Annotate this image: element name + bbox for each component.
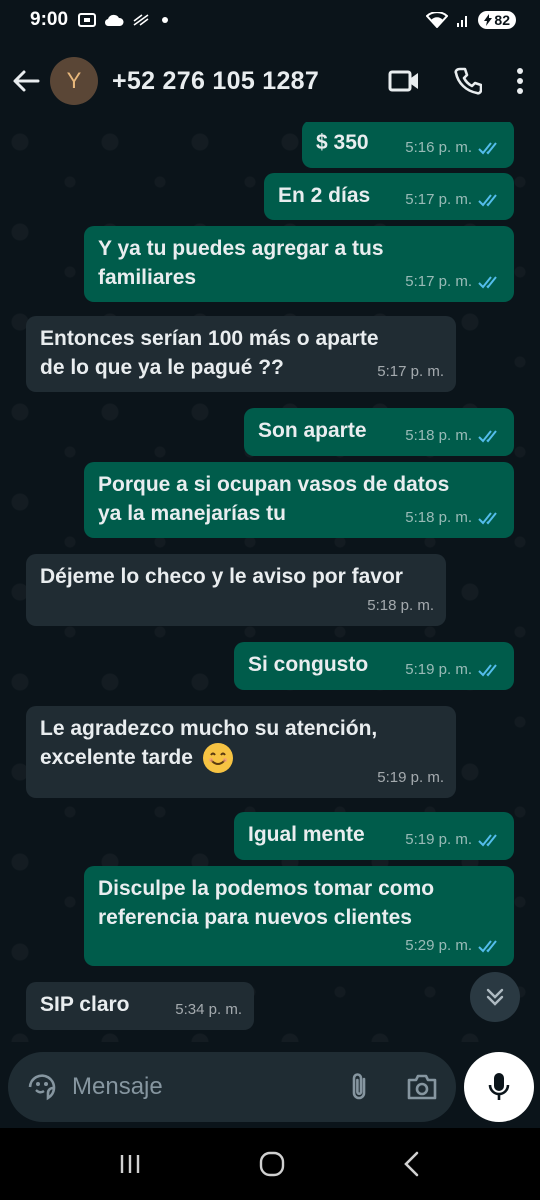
mic-icon bbox=[488, 1073, 510, 1100]
smiling-face-emoji bbox=[202, 743, 233, 774]
status-bar: 9:00 82 bbox=[0, 0, 540, 40]
read-ticks-icon bbox=[478, 193, 497, 206]
message-incoming[interactable]: Déjeme lo checo y le aviso por favor 5:1… bbox=[26, 554, 446, 626]
avatar[interactable]: Y bbox=[50, 57, 98, 105]
recent-apps-icon bbox=[120, 1155, 140, 1173]
message-text: Entonces serían 100 más o aparte de lo q… bbox=[40, 327, 379, 379]
sticker-button[interactable] bbox=[26, 1071, 58, 1103]
contact-name[interactable]: +52 276 105 1287 bbox=[112, 67, 319, 96]
message-text: Son aparte bbox=[258, 419, 367, 442]
recent-apps-button[interactable] bbox=[118, 1152, 142, 1176]
home-button[interactable] bbox=[258, 1150, 286, 1178]
message-input[interactable]: Mensaje bbox=[72, 1073, 348, 1101]
message-outgoing[interactable]: Si congusto 5:19 p. m. bbox=[234, 642, 514, 690]
message-outgoing[interactable]: Y ya tu puedes agregar a tus familiares … bbox=[84, 226, 514, 302]
avatar-letter: Y bbox=[66, 68, 82, 93]
read-ticks-icon bbox=[478, 275, 497, 288]
wifi-icon bbox=[426, 12, 449, 28]
read-ticks-icon bbox=[478, 833, 497, 846]
charging-icon bbox=[484, 14, 493, 26]
home-icon bbox=[259, 1151, 285, 1177]
message-time: 5:29 p. m. bbox=[405, 937, 472, 954]
chat-header: Y +52 276 105 1287 bbox=[0, 40, 540, 122]
read-ticks-icon bbox=[478, 429, 497, 442]
message-text: SIP claro bbox=[40, 993, 130, 1016]
read-ticks-icon bbox=[478, 939, 497, 952]
camera-icon bbox=[407, 1074, 437, 1100]
more-options-button[interactable] bbox=[516, 67, 524, 95]
back-button[interactable] bbox=[12, 67, 40, 95]
video-call-icon bbox=[388, 70, 418, 92]
message-incoming[interactable]: Le agradezco mucho su atención, excelent… bbox=[26, 706, 456, 798]
message-outgoing[interactable]: Igual mente 5:19 p. m. bbox=[234, 812, 514, 860]
battery-indicator: 82 bbox=[478, 11, 516, 29]
message-text: Porque a si ocupan vasos de datos ya la … bbox=[98, 473, 450, 525]
voice-call-button[interactable] bbox=[454, 67, 482, 95]
message-time: 5:19 p. m. bbox=[377, 769, 444, 786]
message-time: 5:17 p. m. bbox=[405, 273, 472, 290]
smiling-face-icon bbox=[203, 744, 232, 773]
sticker-icon bbox=[28, 1074, 56, 1101]
back-arrow-icon bbox=[13, 70, 40, 92]
message-text: Déjeme lo checo y le aviso por favor bbox=[40, 565, 403, 588]
message-time: 5:19 p. m. bbox=[405, 661, 472, 678]
signal-off-icon bbox=[133, 14, 149, 26]
cell-signal-icon bbox=[457, 16, 468, 27]
status-time: 9:00 bbox=[30, 9, 69, 30]
read-ticks-icon bbox=[478, 141, 497, 154]
double-chevron-down-icon bbox=[486, 988, 504, 1006]
back-nav-button[interactable] bbox=[402, 1150, 422, 1178]
screenshot-icon bbox=[78, 13, 97, 27]
message-time: 5:18 p. m. bbox=[367, 597, 434, 614]
message-outgoing[interactable]: Son aparte 5:18 p. m. bbox=[244, 408, 514, 456]
message-text: Igual mente bbox=[248, 823, 365, 846]
message-outgoing[interactable]: Disculpe la podemos tomar como referenci… bbox=[84, 866, 514, 966]
voice-message-button[interactable] bbox=[464, 1052, 534, 1122]
video-call-button[interactable] bbox=[388, 70, 420, 92]
attach-icon bbox=[352, 1073, 366, 1100]
cloud-icon bbox=[104, 14, 124, 27]
message-time: 5:18 p. m. bbox=[405, 509, 472, 526]
read-ticks-icon bbox=[478, 511, 497, 524]
message-outgoing[interactable]: $ 350 5:16 p. m. bbox=[302, 122, 514, 168]
battery-level: 82 bbox=[494, 12, 510, 28]
back-chevron-icon bbox=[404, 1151, 419, 1177]
message-time: 5:19 p. m. bbox=[405, 831, 472, 848]
message-text: Y ya tu puedes agregar a tus familiares bbox=[98, 237, 384, 289]
chat-messages[interactable]: $ 350 5:16 p. m. En 2 días 5:17 p. m. Y … bbox=[0, 122, 540, 1042]
scroll-to-bottom-button[interactable] bbox=[470, 972, 520, 1022]
message-text: Si congusto bbox=[248, 653, 369, 676]
more-vert-icon bbox=[517, 68, 523, 94]
phone-icon bbox=[454, 67, 482, 95]
message-time: 5:17 p. m. bbox=[405, 191, 472, 208]
message-outgoing[interactable]: En 2 días 5:17 p. m. bbox=[264, 173, 514, 220]
attach-button[interactable] bbox=[348, 1071, 370, 1103]
system-navigation-bar bbox=[0, 1128, 540, 1200]
camera-button[interactable] bbox=[406, 1073, 438, 1101]
message-time: 5:17 p. m. bbox=[377, 363, 444, 380]
message-composer: Mensaje bbox=[8, 1052, 456, 1122]
message-incoming[interactable]: SIP claro 5:34 p. m. bbox=[26, 982, 254, 1030]
message-time: 5:18 p. m. bbox=[405, 427, 472, 444]
read-ticks-icon bbox=[478, 663, 497, 676]
message-incoming[interactable]: Entonces serían 100 más o aparte de lo q… bbox=[26, 316, 456, 392]
message-text: En 2 días bbox=[278, 184, 371, 207]
notification-dot-icon bbox=[162, 17, 169, 23]
message-outgoing[interactable]: Porque a si ocupan vasos de datos ya la … bbox=[84, 462, 514, 538]
message-time: 5:34 p. m. bbox=[175, 1001, 242, 1018]
message-text: Disculpe la podemos tomar como referenci… bbox=[98, 877, 435, 929]
message-time: 5:16 p. m. bbox=[405, 139, 472, 156]
message-text: $ 350 bbox=[316, 131, 369, 154]
